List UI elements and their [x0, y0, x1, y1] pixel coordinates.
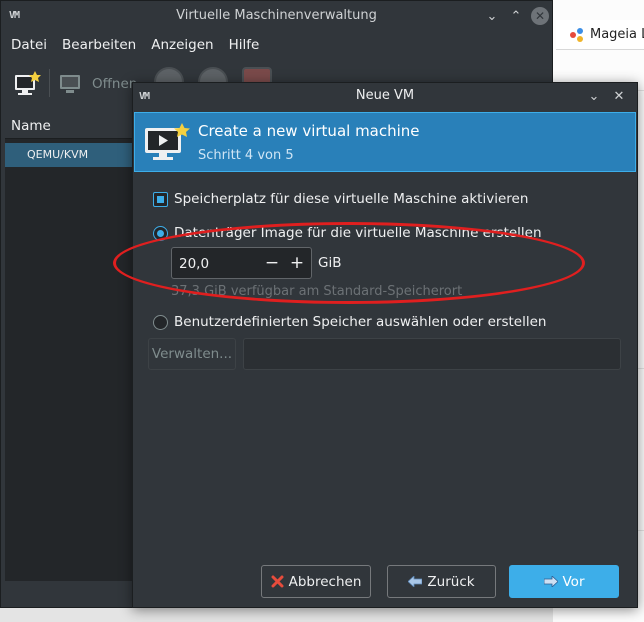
open-button-label[interactable]: Offnen: [92, 76, 137, 92]
background-strip: [0, 608, 553, 622]
available-space-text: 37,3 GiB verfügbar am Standard-Speichero…: [171, 284, 463, 299]
dialog-header-title: Create a new virtual machine: [198, 122, 420, 140]
chevron-down-icon[interactable]: ⌄: [585, 87, 603, 105]
toolbar-separator: [49, 69, 50, 97]
chevron-down-icon[interactable]: ⌄: [483, 7, 501, 25]
enable-storage-label: Speicherplatz für diese virtuelle Maschi…: [174, 191, 529, 207]
mageia-logo-icon: [570, 27, 584, 42]
monitor-star-icon[interactable]: [13, 71, 41, 97]
list-item[interactable]: QEMU/KVM: [5, 143, 135, 167]
x-mark-icon: [271, 575, 284, 588]
create-image-option[interactable]: Datenträger Image für die virtuelle Masc…: [153, 225, 542, 241]
new-vm-dialog: VM Neue VM ⌄ ✕ Create a new virtual mach…: [132, 82, 638, 608]
enable-storage-option[interactable]: Speicherplatz für diese virtuelle Maschi…: [153, 191, 528, 207]
decrement-button[interactable]: −: [261, 251, 283, 275]
custom-storage-option[interactable]: Benutzerdefinierten Speicher auswählen o…: [153, 314, 546, 330]
disk-size-value[interactable]: 20,0: [179, 256, 209, 272]
cancel-button[interactable]: Abbrechen: [261, 565, 371, 598]
arrow-right-icon: [543, 576, 558, 587]
dialog-header: Create a new virtual machine Schritt 4 v…: [134, 112, 636, 172]
disk-size-stepper[interactable]: 20,0 − +: [171, 247, 312, 279]
monitor-star-icon: [145, 123, 190, 160]
manage-button-label: Verwalten...: [151, 346, 233, 362]
main-window-title: Virtuelle Maschinenverwaltung: [176, 8, 377, 23]
storage-path-field[interactable]: [243, 338, 621, 370]
menubar: Datei Bearbeiten Anzeigen Hilfe: [1, 34, 264, 56]
maximize-icon[interactable]: ⌃: [507, 7, 525, 25]
background-tab[interactable]: Mageia L: [556, 20, 644, 50]
list-header-name[interactable]: Name: [5, 111, 135, 139]
back-button[interactable]: Zurück: [387, 565, 496, 598]
menu-anzeigen[interactable]: Anzeigen: [141, 34, 218, 56]
create-image-label: Datenträger Image für die virtuelle Masc…: [174, 225, 542, 241]
close-icon[interactable]: ✕: [531, 7, 549, 25]
dialog-titlebar: VM Neue VM ⌄ ✕: [133, 83, 637, 110]
menu-datei[interactable]: Datei: [1, 34, 52, 56]
custom-storage-radio[interactable]: [153, 314, 168, 330]
step-indicator: Schritt 4 von 5: [198, 148, 294, 163]
main-titlebar: VM Virtuelle Maschinenverwaltung ⌄ ⌃ ✕: [1, 1, 552, 32]
cancel-button-label: Abbrechen: [288, 573, 362, 590]
arrow-left-icon: [408, 576, 423, 587]
back-button-label: Zurück: [427, 573, 475, 590]
dialog-title: Neue VM: [355, 88, 415, 103]
manage-button[interactable]: Verwalten...: [148, 338, 236, 370]
enable-storage-checkbox[interactable]: [153, 191, 168, 207]
menu-hilfe[interactable]: Hilfe: [219, 34, 265, 56]
next-button[interactable]: Vor: [509, 565, 619, 598]
size-unit: GiB: [318, 255, 342, 271]
menu-bearbeiten[interactable]: Bearbeiten: [52, 34, 141, 56]
close-icon[interactable]: ✕: [610, 87, 628, 105]
create-image-radio[interactable]: [153, 225, 168, 241]
increment-button[interactable]: +: [286, 251, 308, 275]
custom-storage-label: Benutzerdefinierten Speicher auswählen o…: [174, 314, 547, 330]
monitor-icon[interactable]: [59, 74, 81, 94]
vm-list: [5, 111, 135, 581]
background-tab-label: Mageia L: [590, 27, 644, 42]
next-button-label: Vor: [562, 573, 585, 590]
